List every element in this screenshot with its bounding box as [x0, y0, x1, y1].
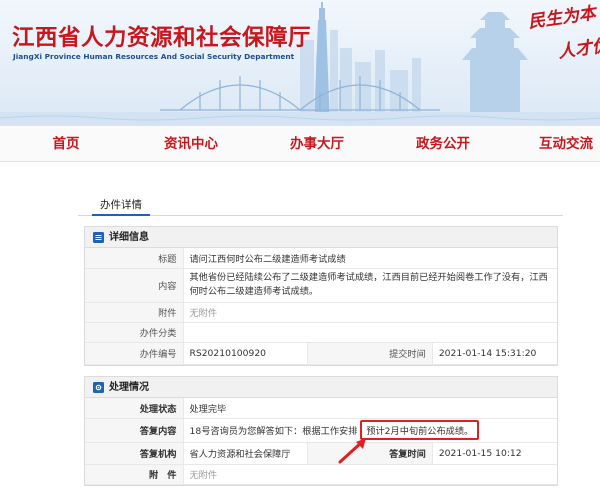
status-label: 处理状态 — [85, 398, 184, 419]
table-row: 答复机构 省人力资源和社会保障厅 答复时间 2021-01-15 10:12 — [85, 442, 557, 465]
annotation-arrow-icon — [338, 438, 366, 464]
nav-item-news[interactable]: 资讯中心 — [156, 126, 226, 163]
case-number-label: 办件编号 — [85, 342, 184, 365]
nav-item-service-hall[interactable]: 办事大厅 — [282, 126, 352, 163]
reply-org-label: 答复机构 — [85, 442, 184, 465]
nav-item-interaction[interactable]: 互动交流 — [532, 126, 600, 163]
processing-attachment-label: 附 件 — [85, 464, 184, 485]
submit-time-label: 提交时间 — [307, 342, 433, 365]
case-number-value: RS20210100920 — [183, 342, 308, 365]
reply-text: 18号咨询员为您解答如下：根据工作安排 — [189, 426, 358, 437]
detail-section-title: 详细信息 — [109, 232, 149, 243]
settings-icon — [93, 382, 104, 393]
table-row: 附 件 无附件 — [85, 464, 557, 485]
reply-label: 答复内容 — [85, 418, 184, 443]
detail-section: 详细信息 标题 请问江西何时公布二级建造师考试成绩 内容 其他省份已经陆续公布了… — [84, 226, 558, 366]
site-subtitle: JiangXi Province Human Resources And Soc… — [13, 52, 295, 61]
table-row: 答复内容 18号咨询员为您解答如下：根据工作安排 预计2月中旬前公布成绩。 — [85, 418, 557, 443]
content-label: 内容 — [85, 268, 184, 303]
detail-table: 标题 请问江西何时公布二级建造师考试成绩 内容 其他省份已经陆续公布了二级建造师… — [85, 248, 557, 365]
title-label: 标题 — [85, 248, 184, 269]
category-value — [183, 322, 557, 343]
processing-table: 处理状态 处理完毕 答复内容 18号咨询员为您解答如下：根据工作安排 预计2月中… — [85, 398, 557, 485]
table-row: 办件分类 — [85, 322, 557, 343]
status-value: 处理完毕 — [183, 398, 557, 419]
processing-attachment-value: 无附件 — [183, 464, 557, 485]
main-nav: 首页 资讯中心 办事大厅 政务公开 互动交流 — [0, 125, 600, 162]
tab-bar: 办件详情 — [78, 196, 563, 216]
reply-highlight: 预计2月中旬前公布成绩。 — [360, 420, 480, 440]
title-value: 请问江西何时公布二级建造师考试成绩 — [183, 248, 557, 269]
processing-section-header: 处理情况 — [85, 377, 557, 398]
table-row: 处理状态 处理完毕 — [85, 398, 557, 419]
reply-time-value: 2021-01-15 10:12 — [432, 442, 557, 465]
tab-case-details[interactable]: 办件详情 — [92, 196, 150, 216]
attachment-value: 无附件 — [183, 302, 557, 323]
processing-section: 处理情况 处理状态 处理完毕 答复内容 18号咨询员为您解答如下：根据工作安排 … — [84, 376, 558, 486]
table-row: 内容 其他省份已经陆续公布了二级建造师考试成绩，江西目前已经开始阅卷工作了没有，… — [85, 268, 557, 303]
reply-org-value: 省人力资源和社会保障厅 — [183, 442, 308, 465]
nav-item-government-affairs[interactable]: 政务公开 — [408, 126, 478, 163]
content-value: 其他省份已经陆续公布了二级建造师考试成绩，江西目前已经开始阅卷工作了没有，江西何… — [183, 268, 557, 303]
list-icon — [93, 232, 104, 243]
attachment-label: 附件 — [85, 302, 184, 323]
header-banner: 江西省人力资源和社会保障厅 JiangXi Province Human Res… — [0, 0, 600, 125]
main-content: 办件详情 详细信息 标题 请问江西何时公布二级建造师考试成绩 内容 其他省份已经… — [78, 182, 563, 491]
table-row: 附件 无附件 — [85, 302, 557, 323]
submit-time-value: 2021-01-14 15:31:20 — [432, 342, 557, 365]
site-title[interactable]: 江西省人力资源和社会保障厅 — [12, 20, 311, 52]
processing-section-title: 处理情况 — [109, 382, 149, 393]
detail-section-header: 详细信息 — [85, 227, 557, 248]
table-row: 办件编号 RS20210100920 提交时间 2021-01-14 15:31… — [85, 342, 557, 365]
category-label: 办件分类 — [85, 322, 184, 343]
nav-item-home[interactable]: 首页 — [38, 126, 94, 163]
table-row: 标题 请问江西何时公布二级建造师考试成绩 — [85, 248, 557, 269]
city-skyline-illustration — [0, 2, 600, 125]
